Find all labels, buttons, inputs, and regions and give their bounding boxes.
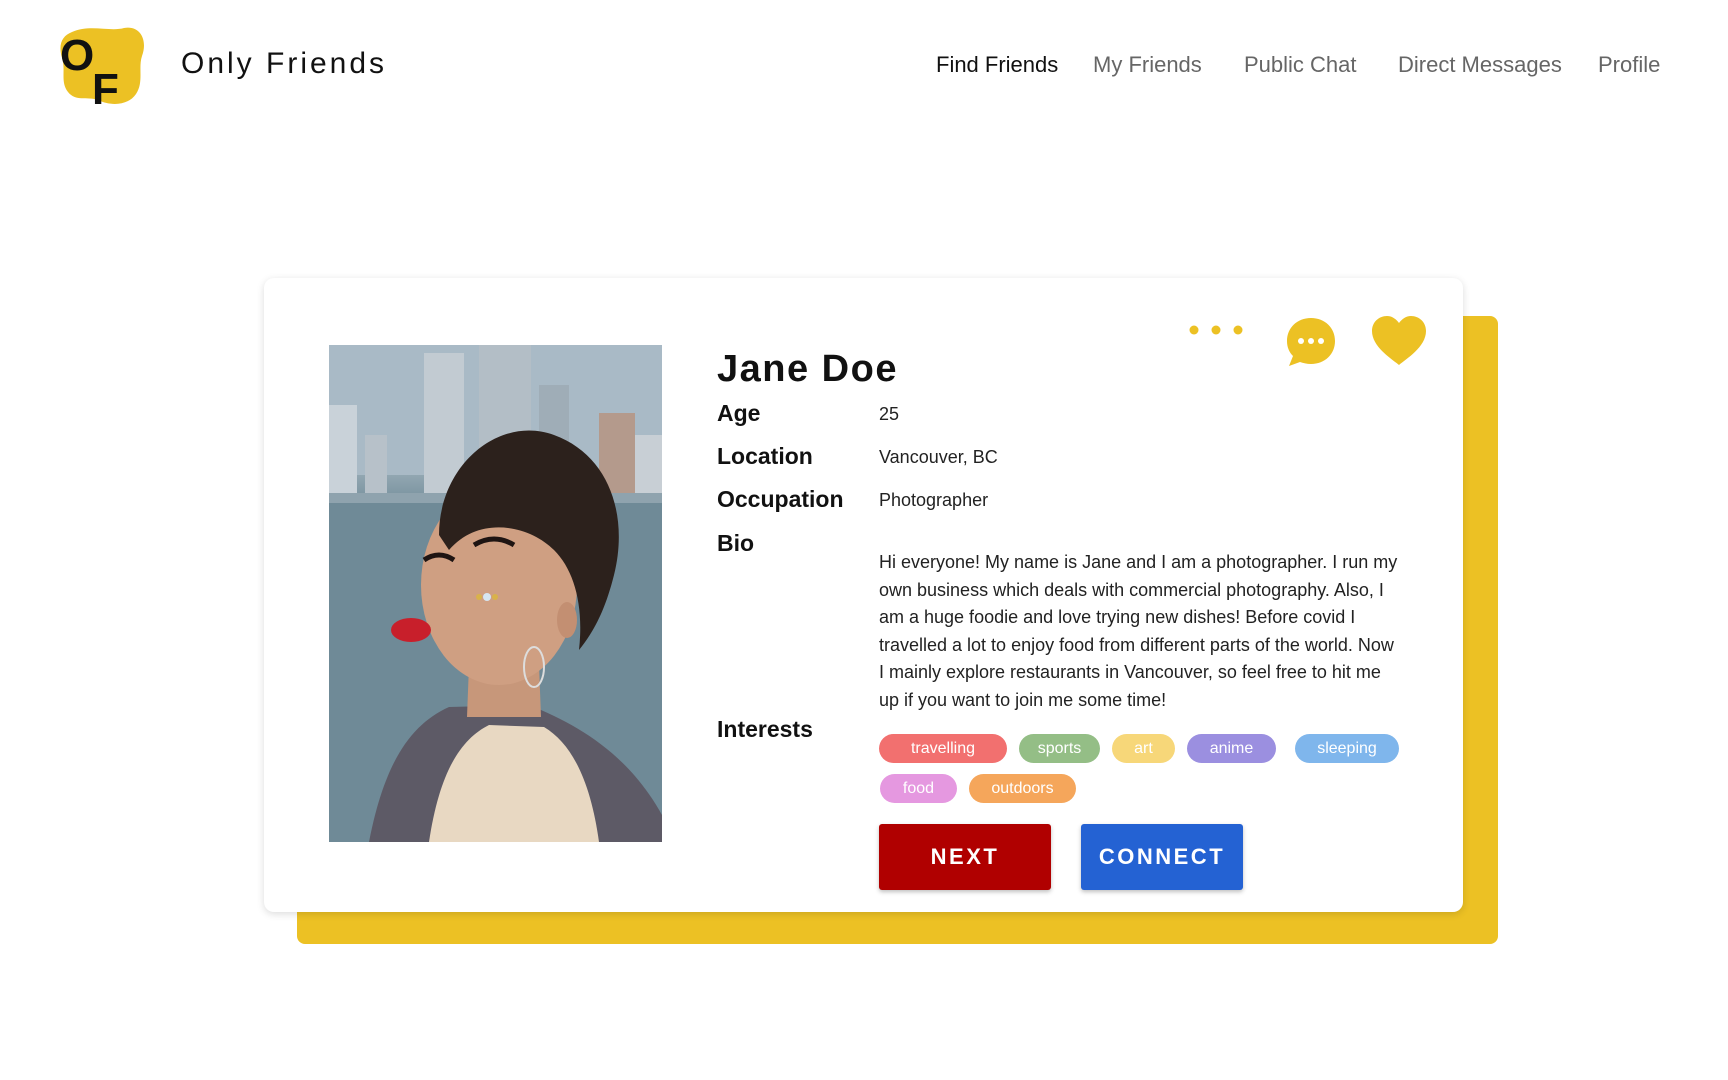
logo-mark: O F — [60, 27, 144, 114]
interests-label: Interests — [717, 716, 813, 742]
nav-direct-messages[interactable]: Direct Messages — [1398, 52, 1562, 78]
interest-tag[interactable]: art — [1112, 734, 1175, 763]
location-label: Location — [717, 443, 813, 469]
heart-icon[interactable] — [1370, 315, 1428, 367]
nav-public-chat[interactable]: Public Chat — [1244, 52, 1357, 78]
bio-text: Hi everyone! My name is Jane and I am a … — [879, 552, 1398, 710]
brand-name[interactable]: Only Friends — [181, 47, 387, 81]
profile-name: Jane Doe — [717, 348, 898, 390]
interest-tag[interactable]: sports — [1019, 734, 1100, 763]
svg-text:F: F — [92, 65, 119, 108]
profile-photo — [329, 345, 662, 842]
age-value: 25 — [879, 404, 900, 424]
interest-tag[interactable]: food — [880, 774, 957, 803]
profile-card: Jane Doe Age 25 Location Vancouver, BC O… — [264, 278, 1463, 912]
logo[interactable]: O F — [58, 26, 150, 114]
nav-profile[interactable]: Profile — [1598, 52, 1660, 78]
occupation-value: Photographer — [879, 490, 989, 510]
age-label: Age — [717, 400, 761, 426]
bio-label: Bio — [717, 530, 755, 556]
more-options-icon[interactable] — [1186, 320, 1246, 340]
interest-tag[interactable]: anime — [1187, 734, 1276, 763]
occupation-label: Occupation — [717, 486, 844, 512]
interest-tag[interactable]: outdoors — [969, 774, 1076, 803]
svg-text:O: O — [60, 31, 94, 80]
nav-find-friends[interactable]: Find Friends — [936, 52, 1058, 78]
connect-button[interactable]: CONNECT — [1081, 824, 1243, 890]
interest-tag[interactable]: travelling — [879, 734, 1007, 763]
page: O F Only Friends Find Friends My Friends… — [0, 0, 1728, 1080]
profile-photo-illustration — [329, 345, 662, 842]
nav-my-friends[interactable]: My Friends — [1093, 52, 1202, 78]
location-value: Vancouver, BC — [879, 447, 998, 467]
interest-tags: travelling sports art anime sleeping foo… — [879, 734, 1419, 824]
next-button[interactable]: NEXT — [879, 824, 1051, 890]
chat-bubble-icon[interactable] — [1285, 316, 1337, 368]
interest-tag[interactable]: sleeping — [1295, 734, 1399, 763]
